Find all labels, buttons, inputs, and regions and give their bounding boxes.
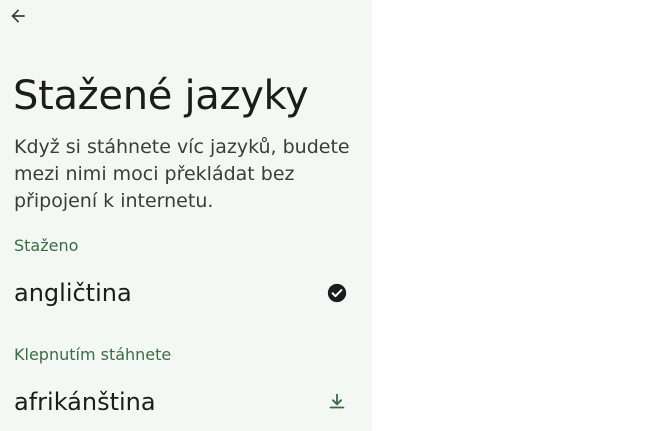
section-header-tap-to-download: Klepnutím stáhnete <box>14 345 172 364</box>
language-row-english[interactable]: angličtina <box>0 271 372 315</box>
language-label: angličtina <box>14 279 132 307</box>
check-circle-icon <box>325 281 349 305</box>
language-label: afrikánština <box>14 388 156 416</box>
downloaded-languages-panel: Stažené jazyky Když si stáhnete víc jazy… <box>0 0 372 431</box>
language-row-afrikaans[interactable]: afrikánština <box>0 380 372 424</box>
arrow-back-icon <box>11 9 25 23</box>
content-pane <box>372 0 650 431</box>
section-header-downloaded: Staženo <box>14 236 79 255</box>
back-button[interactable] <box>4 2 32 30</box>
page-title: Stažené jazyky <box>13 73 309 119</box>
page-description: Když si stáhnete víc jazyků, budete mezi… <box>14 136 350 212</box>
download-icon[interactable] <box>325 390 349 414</box>
